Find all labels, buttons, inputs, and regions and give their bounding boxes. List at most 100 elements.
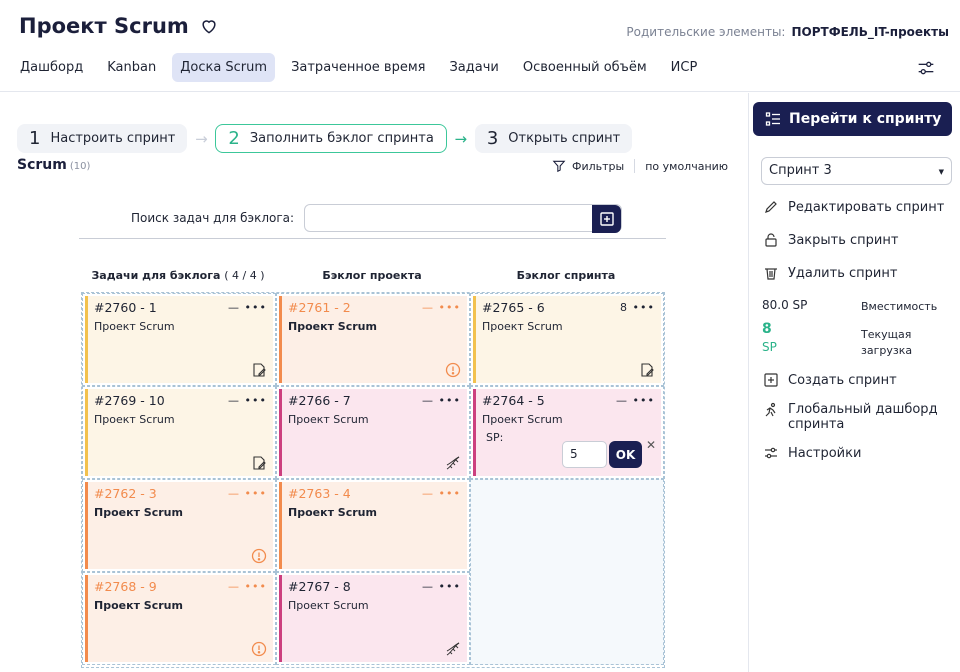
step-configure[interactable]: 1 Настроить спринт	[17, 124, 188, 153]
step-fill-backlog[interactable]: 2 Заполнить бэклог спринта	[215, 124, 447, 153]
card-menu-icon[interactable]: — •••	[228, 580, 267, 593]
arrow-right-icon: →	[454, 129, 468, 148]
column-header[interactable]: Бэклог спринта	[469, 269, 663, 282]
lock-icon	[765, 233, 777, 247]
task-project: Проект Scrum	[94, 320, 175, 333]
card-menu-icon[interactable]: — •••	[422, 394, 461, 407]
tab-wbs[interactable]: ИСР	[663, 53, 706, 82]
current-load-label: Текущая загрузка	[861, 327, 912, 359]
column-header[interactable]: Задачи для бэклога ( 4 / 4 )	[81, 269, 275, 282]
sprint-sidebar: Перейти к спринту Спринт 3 ▼ Редактирова…	[748, 93, 960, 672]
global-dashboard-button[interactable]: Глобальный дашборд спринта	[763, 402, 938, 432]
step-label: Заполнить бэклог спринта	[249, 131, 434, 146]
board-count: (10)	[69, 161, 91, 172]
task-card[interactable]: #2760 - 1 Проект Scrum — •••	[85, 296, 273, 383]
task-card[interactable]: #2762 - 3 Проект Scrum — •••	[85, 482, 273, 569]
task-card[interactable]: #2768 - 9 Проект Scrum — •••	[85, 575, 273, 662]
column-headers: Задачи для бэклога ( 4 / 4 ) Бэклог прое…	[81, 269, 665, 282]
default-filter[interactable]: по умолчанию	[645, 160, 728, 173]
task-card[interactable]: #2764 - 5 Проект Scrum — ••• SP: 5 OK ✕	[473, 389, 661, 476]
chevron-down-icon: ▼	[938, 168, 944, 176]
capacity-value: 80.0 SP	[762, 298, 808, 312]
go-to-sprint-button[interactable]: Перейти к спринту	[753, 102, 952, 136]
task-project: Проект Scrum	[288, 599, 369, 612]
close-sprint-label: Закрыть спринт	[788, 232, 899, 248]
grid-cell: #2761 - 2 Проект Scrum — •••	[276, 293, 470, 386]
step-number: 2	[228, 128, 240, 149]
tab-bar: Дашборд Kanban Доска Scrum Затраченное в…	[12, 53, 713, 82]
step-label: Открыть спринт	[508, 131, 621, 146]
tab-dashboard[interactable]: Дашборд	[12, 53, 91, 82]
close-sprint-button[interactable]: Закрыть спринт	[763, 232, 898, 248]
card-menu-icon[interactable]: — •••	[422, 487, 461, 500]
search-input[interactable]	[304, 204, 623, 233]
grid-cell: #2767 - 8 Проект Scrum — •••	[276, 572, 470, 665]
create-sprint-label: Создать спринт	[788, 372, 897, 388]
load-value: 8	[762, 321, 772, 337]
divider	[634, 159, 636, 173]
ok-button[interactable]: OK	[609, 441, 642, 468]
card-menu-icon[interactable]: — •••	[228, 394, 267, 407]
edit-sprint-label: Редактировать спринт	[788, 199, 945, 215]
filters-bar: Фильтры по умолчанию	[552, 159, 728, 173]
current-load: 8 SP	[762, 321, 777, 354]
edit-note-icon[interactable]	[639, 362, 655, 378]
sp-input[interactable]: 5	[562, 441, 607, 468]
grid-cell: #2764 - 5 Проект Scrum — ••• SP: 5 OK ✕	[470, 386, 664, 479]
settings-label: Настройки	[788, 445, 862, 461]
task-project: Проект Scrum	[94, 599, 183, 612]
header: Проект Scrum Родительские элементы: ПОРТФ…	[0, 0, 960, 92]
load-unit: SP	[762, 340, 777, 354]
dna-icon	[446, 456, 460, 470]
parents-link[interactable]: ПОРТФЕЛЬ_IT-проекты	[791, 25, 949, 39]
global-dashboard-label: Глобальный дашборд спринта	[788, 402, 938, 432]
heart-icon[interactable]	[199, 16, 219, 36]
task-card[interactable]: #2766 - 7 Проект Scrum — •••	[279, 389, 467, 476]
tab-time-spent[interactable]: Затраченное время	[283, 53, 433, 82]
sprint-select-value: Спринт 3	[769, 163, 832, 178]
card-menu-icon[interactable]: — •••	[228, 487, 267, 500]
add-button[interactable]	[592, 205, 622, 233]
settings-button[interactable]: Настройки	[763, 445, 861, 461]
column-header[interactable]: Бэклог проекта	[275, 269, 469, 282]
card-menu-icon[interactable]: — •••	[422, 301, 461, 314]
grid-cell: #2760 - 1 Проект Scrum — •••	[82, 293, 276, 386]
edit-sprint-button[interactable]: Редактировать спринт	[763, 199, 944, 215]
delete-sprint-button[interactable]: Удалить спринт	[763, 265, 897, 281]
filter-icon[interactable]	[552, 159, 566, 173]
task-project: Проект Scrum	[482, 413, 563, 426]
card-menu-icon[interactable]: 8 •••	[620, 301, 655, 314]
main-area: 1 Настроить спринт → 2 Заполнить бэклог сп…	[0, 93, 748, 672]
tab-scrum-board[interactable]: Доска Scrum	[172, 53, 276, 82]
grid-cell: #2762 - 3 Проект Scrum — •••	[82, 479, 276, 572]
grid-cell: #2769 - 10 Проект Scrum — •••	[82, 386, 276, 479]
task-card[interactable]: #2769 - 10 Проект Scrum — •••	[85, 389, 273, 476]
edit-note-icon[interactable]	[251, 455, 267, 471]
task-card[interactable]: #2763 - 4 Проект Scrum — •••	[279, 482, 467, 569]
task-card[interactable]: #2761 - 2 Проект Scrum — •••	[279, 296, 467, 383]
column-label: Задачи для бэклога	[91, 269, 221, 282]
settings-sliders-icon[interactable]	[915, 57, 937, 79]
task-card[interactable]: #2765 - 6 Проект Scrum 8 •••	[473, 296, 661, 383]
task-project: Проект Scrum	[482, 320, 563, 333]
tab-kanban[interactable]: Kanban	[99, 53, 164, 82]
close-icon[interactable]: ✕	[646, 438, 656, 452]
step-open-sprint[interactable]: 3 Открыть спринт	[474, 124, 633, 153]
load-label-line: Текущая	[861, 328, 912, 341]
backlog-search: Поиск задач для бэклога:	[131, 204, 623, 233]
filters-button[interactable]: Фильтры	[572, 160, 624, 173]
warning-icon	[251, 548, 267, 564]
task-card[interactable]: #2767 - 8 Проект Scrum — •••	[279, 575, 467, 662]
empty-drop-zone[interactable]	[470, 479, 664, 665]
column-label: Бэклог проекта	[322, 269, 422, 282]
warning-icon	[251, 641, 267, 657]
card-menu-icon[interactable]: — •••	[228, 301, 267, 314]
grid-cell: #2765 - 6 Проект Scrum 8 •••	[470, 293, 664, 386]
card-menu-icon[interactable]: — •••	[616, 394, 655, 407]
tab-tasks[interactable]: Задачи	[441, 53, 506, 82]
sprint-select[interactable]: Спринт 3 ▼	[761, 157, 952, 185]
tab-earned-value[interactable]: Освоенный объём	[515, 53, 655, 82]
card-menu-icon[interactable]: — •••	[422, 580, 461, 593]
edit-note-icon[interactable]	[251, 362, 267, 378]
create-sprint-button[interactable]: Создать спринт	[763, 372, 897, 388]
